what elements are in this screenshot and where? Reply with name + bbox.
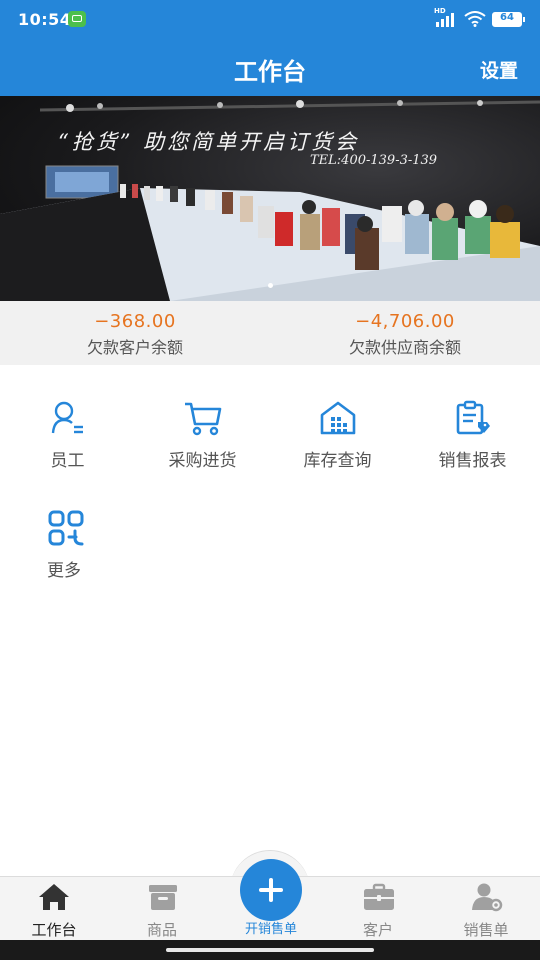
grid-item-inventory[interactable]: 库存查询 [270, 400, 405, 510]
supplier-debt-amount: −4,706.00 [355, 311, 455, 332]
grid-item-sales-report[interactable]: 销售报表 [405, 400, 540, 510]
grid-label-inventory: 库存查询 [303, 451, 372, 471]
banner-phone: TEL:400-139-3-139 [310, 153, 438, 168]
grid-label-sales-report: 销售报表 [438, 451, 507, 471]
briefcase-icon [364, 883, 394, 910]
home-indicator[interactable] [166, 948, 374, 952]
grid-item-purchase[interactable]: 采购进货 [135, 400, 270, 510]
battery-icon: 64 [492, 11, 525, 27]
tab-label-products: 商品 [146, 921, 177, 939]
cellular-signal-icon: HD [434, 7, 458, 27]
grid-item-staff[interactable]: 员工 [0, 400, 135, 510]
tab-workbench[interactable]: 工作台 [0, 877, 108, 941]
new-sales-order-button[interactable] [240, 859, 302, 921]
grid-item-more[interactable]: 更多 [0, 510, 135, 620]
tab-products[interactable]: 商品 [108, 877, 216, 941]
status-indicators: HD 64 [434, 7, 525, 27]
more-grid-icon [48, 510, 84, 546]
tab-label-customers: 客户 [362, 921, 393, 939]
cart-icon [184, 402, 221, 436]
user-gear-icon [472, 883, 503, 912]
settings-button[interactable]: 设置 [480, 56, 518, 83]
tab-label-sales-orders: 销售单 [463, 921, 509, 939]
promo-banner[interactable]: “抢货” 助您简单开启订货会 TEL:400-139-3-139 [0, 96, 540, 301]
person-icon [51, 401, 83, 434]
warehouse-icon [320, 401, 355, 435]
grid-label-staff: 员工 [50, 451, 85, 471]
page-title: 工作台 [234, 58, 306, 86]
tab-label-workbench: 工作台 [31, 921, 77, 939]
supplier-debt-balance[interactable]: −4,706.00 欠款供应商余额 [270, 301, 540, 365]
carousel-indicator [268, 283, 273, 288]
customer-debt-label: 欠款客户余额 [86, 338, 183, 357]
app-screen: 10:54 HD 64 工作台 设置 “抢货” 助您简单开启订货会 TEL:40… [0, 0, 540, 960]
tab-customers[interactable]: 客户 [324, 877, 432, 941]
grid-label-purchase: 采购进货 [168, 451, 237, 471]
grid-label-more: 更多 [47, 561, 81, 581]
supplier-debt-label: 欠款供应商余额 [348, 338, 461, 357]
function-grid: 员工 采购进货 库存查询 销售报表 更多 [0, 400, 540, 620]
customer-debt-amount: −368.00 [94, 311, 176, 332]
tab-label-new-sales-order: 开销售单 [244, 922, 297, 937]
battery-level: 64 [500, 11, 514, 23]
status-time: 10:54 [18, 10, 72, 29]
header: 10:54 HD 64 工作台 设置 [0, 0, 540, 96]
system-navigation-bar [0, 940, 540, 960]
home-icon [39, 884, 69, 910]
notification-app-icon [68, 11, 86, 27]
report-icon [456, 400, 490, 435]
wifi-icon [464, 11, 486, 27]
banner-headline: “抢货” 助您简单开启订货会 [58, 130, 360, 154]
tab-sales-orders[interactable]: 销售单 [432, 877, 540, 941]
network-type-label: HD [434, 7, 446, 15]
customer-debt-balance[interactable]: −368.00 欠款客户余额 [0, 301, 270, 365]
box-icon [149, 885, 177, 910]
balance-summary: −368.00 欠款客户余额 −4,706.00 欠款供应商余额 [0, 301, 540, 365]
